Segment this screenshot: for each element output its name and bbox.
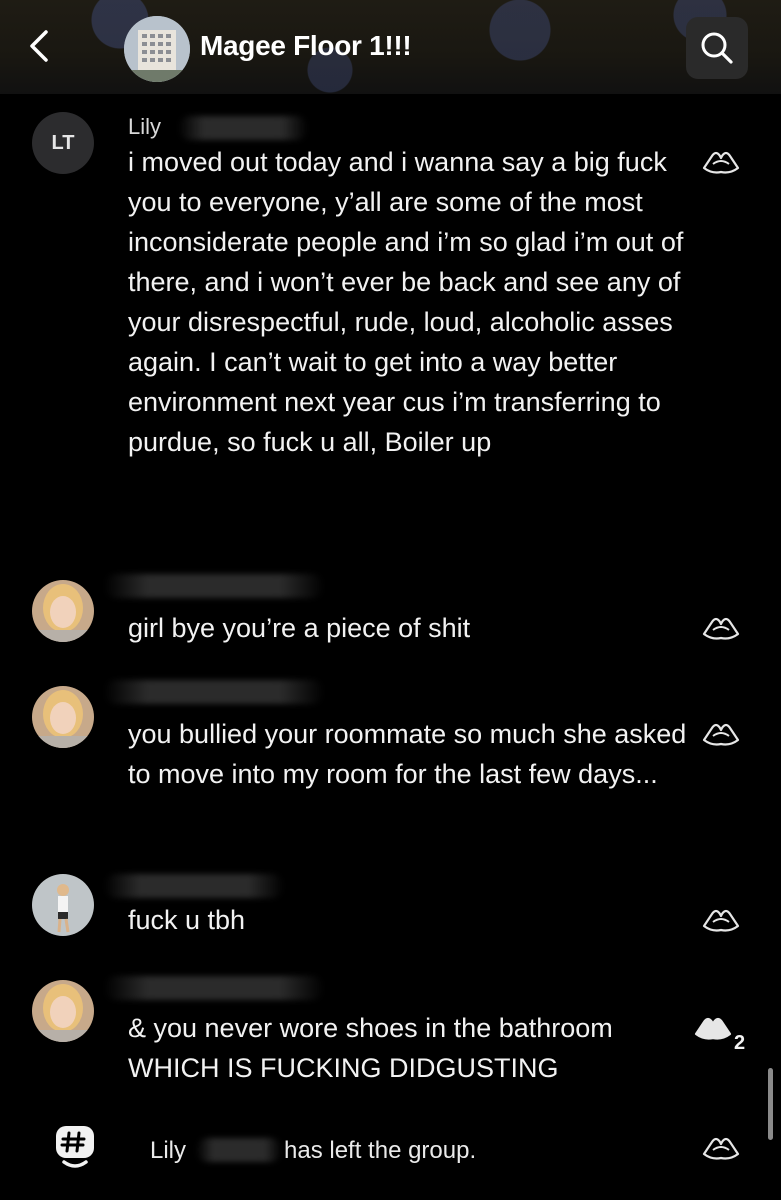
avatar[interactable]: LT <box>32 112 94 174</box>
avatar[interactable] <box>32 980 94 1042</box>
avatar[interactable] <box>32 686 94 748</box>
message-text: i moved out today and i wanna say a big … <box>128 147 684 457</box>
avatar[interactable] <box>32 580 94 642</box>
groupme-hashtag-icon <box>56 1126 94 1168</box>
chat-header: Magee Floor 1!!! <box>0 0 781 94</box>
back-button[interactable] <box>22 26 56 66</box>
heart-hands-icon <box>694 1017 732 1040</box>
redacted-name <box>178 116 308 140</box>
redacted-name <box>104 680 324 704</box>
avatar[interactable] <box>32 874 94 936</box>
system-icon <box>52 1124 98 1170</box>
sender-name: Lily <box>128 114 162 139</box>
redacted-name <box>196 1138 282 1162</box>
heart-hands-icon <box>702 1137 740 1160</box>
redacted-name <box>104 874 284 898</box>
like-button[interactable] <box>700 904 742 936</box>
like-button[interactable] <box>700 146 742 178</box>
user-photo-icon <box>32 980 94 1042</box>
user-photo-icon <box>32 874 94 936</box>
like-button[interactable] <box>700 718 742 750</box>
building-photo-icon <box>124 16 190 82</box>
heart-hands-icon <box>702 909 740 932</box>
redacted-name <box>104 574 324 598</box>
message-text: fuck u tbh <box>128 905 246 935</box>
system-sender-name: Lily <box>150 1137 187 1164</box>
like-button[interactable] <box>700 1132 742 1164</box>
user-photo-icon <box>32 686 94 748</box>
heart-hands-icon <box>702 151 740 174</box>
group-avatar[interactable] <box>124 16 190 82</box>
heart-hands-icon <box>702 617 740 640</box>
system-message-text: has left the group. <box>284 1137 477 1164</box>
redacted-name <box>104 976 324 1000</box>
like-button[interactable] <box>692 1012 734 1044</box>
message-text: & you never wore shoes in the bathroom W… <box>128 1013 613 1083</box>
heart-hands-icon <box>702 723 740 746</box>
scrollbar[interactable] <box>768 1068 773 1140</box>
message-text: girl bye you’re a piece of shit <box>128 613 471 643</box>
like-button[interactable] <box>700 612 742 644</box>
user-photo-icon <box>32 580 94 642</box>
avatar-initials: LT <box>51 131 75 154</box>
search-icon <box>701 32 733 64</box>
like-count: 2 <box>734 1032 746 1054</box>
search-button[interactable] <box>686 17 748 79</box>
message-text: you bullied your roommate so much she as… <box>128 719 687 789</box>
chevron-left-icon <box>30 30 48 62</box>
group-title[interactable]: Magee Floor 1!!! <box>200 30 412 62</box>
